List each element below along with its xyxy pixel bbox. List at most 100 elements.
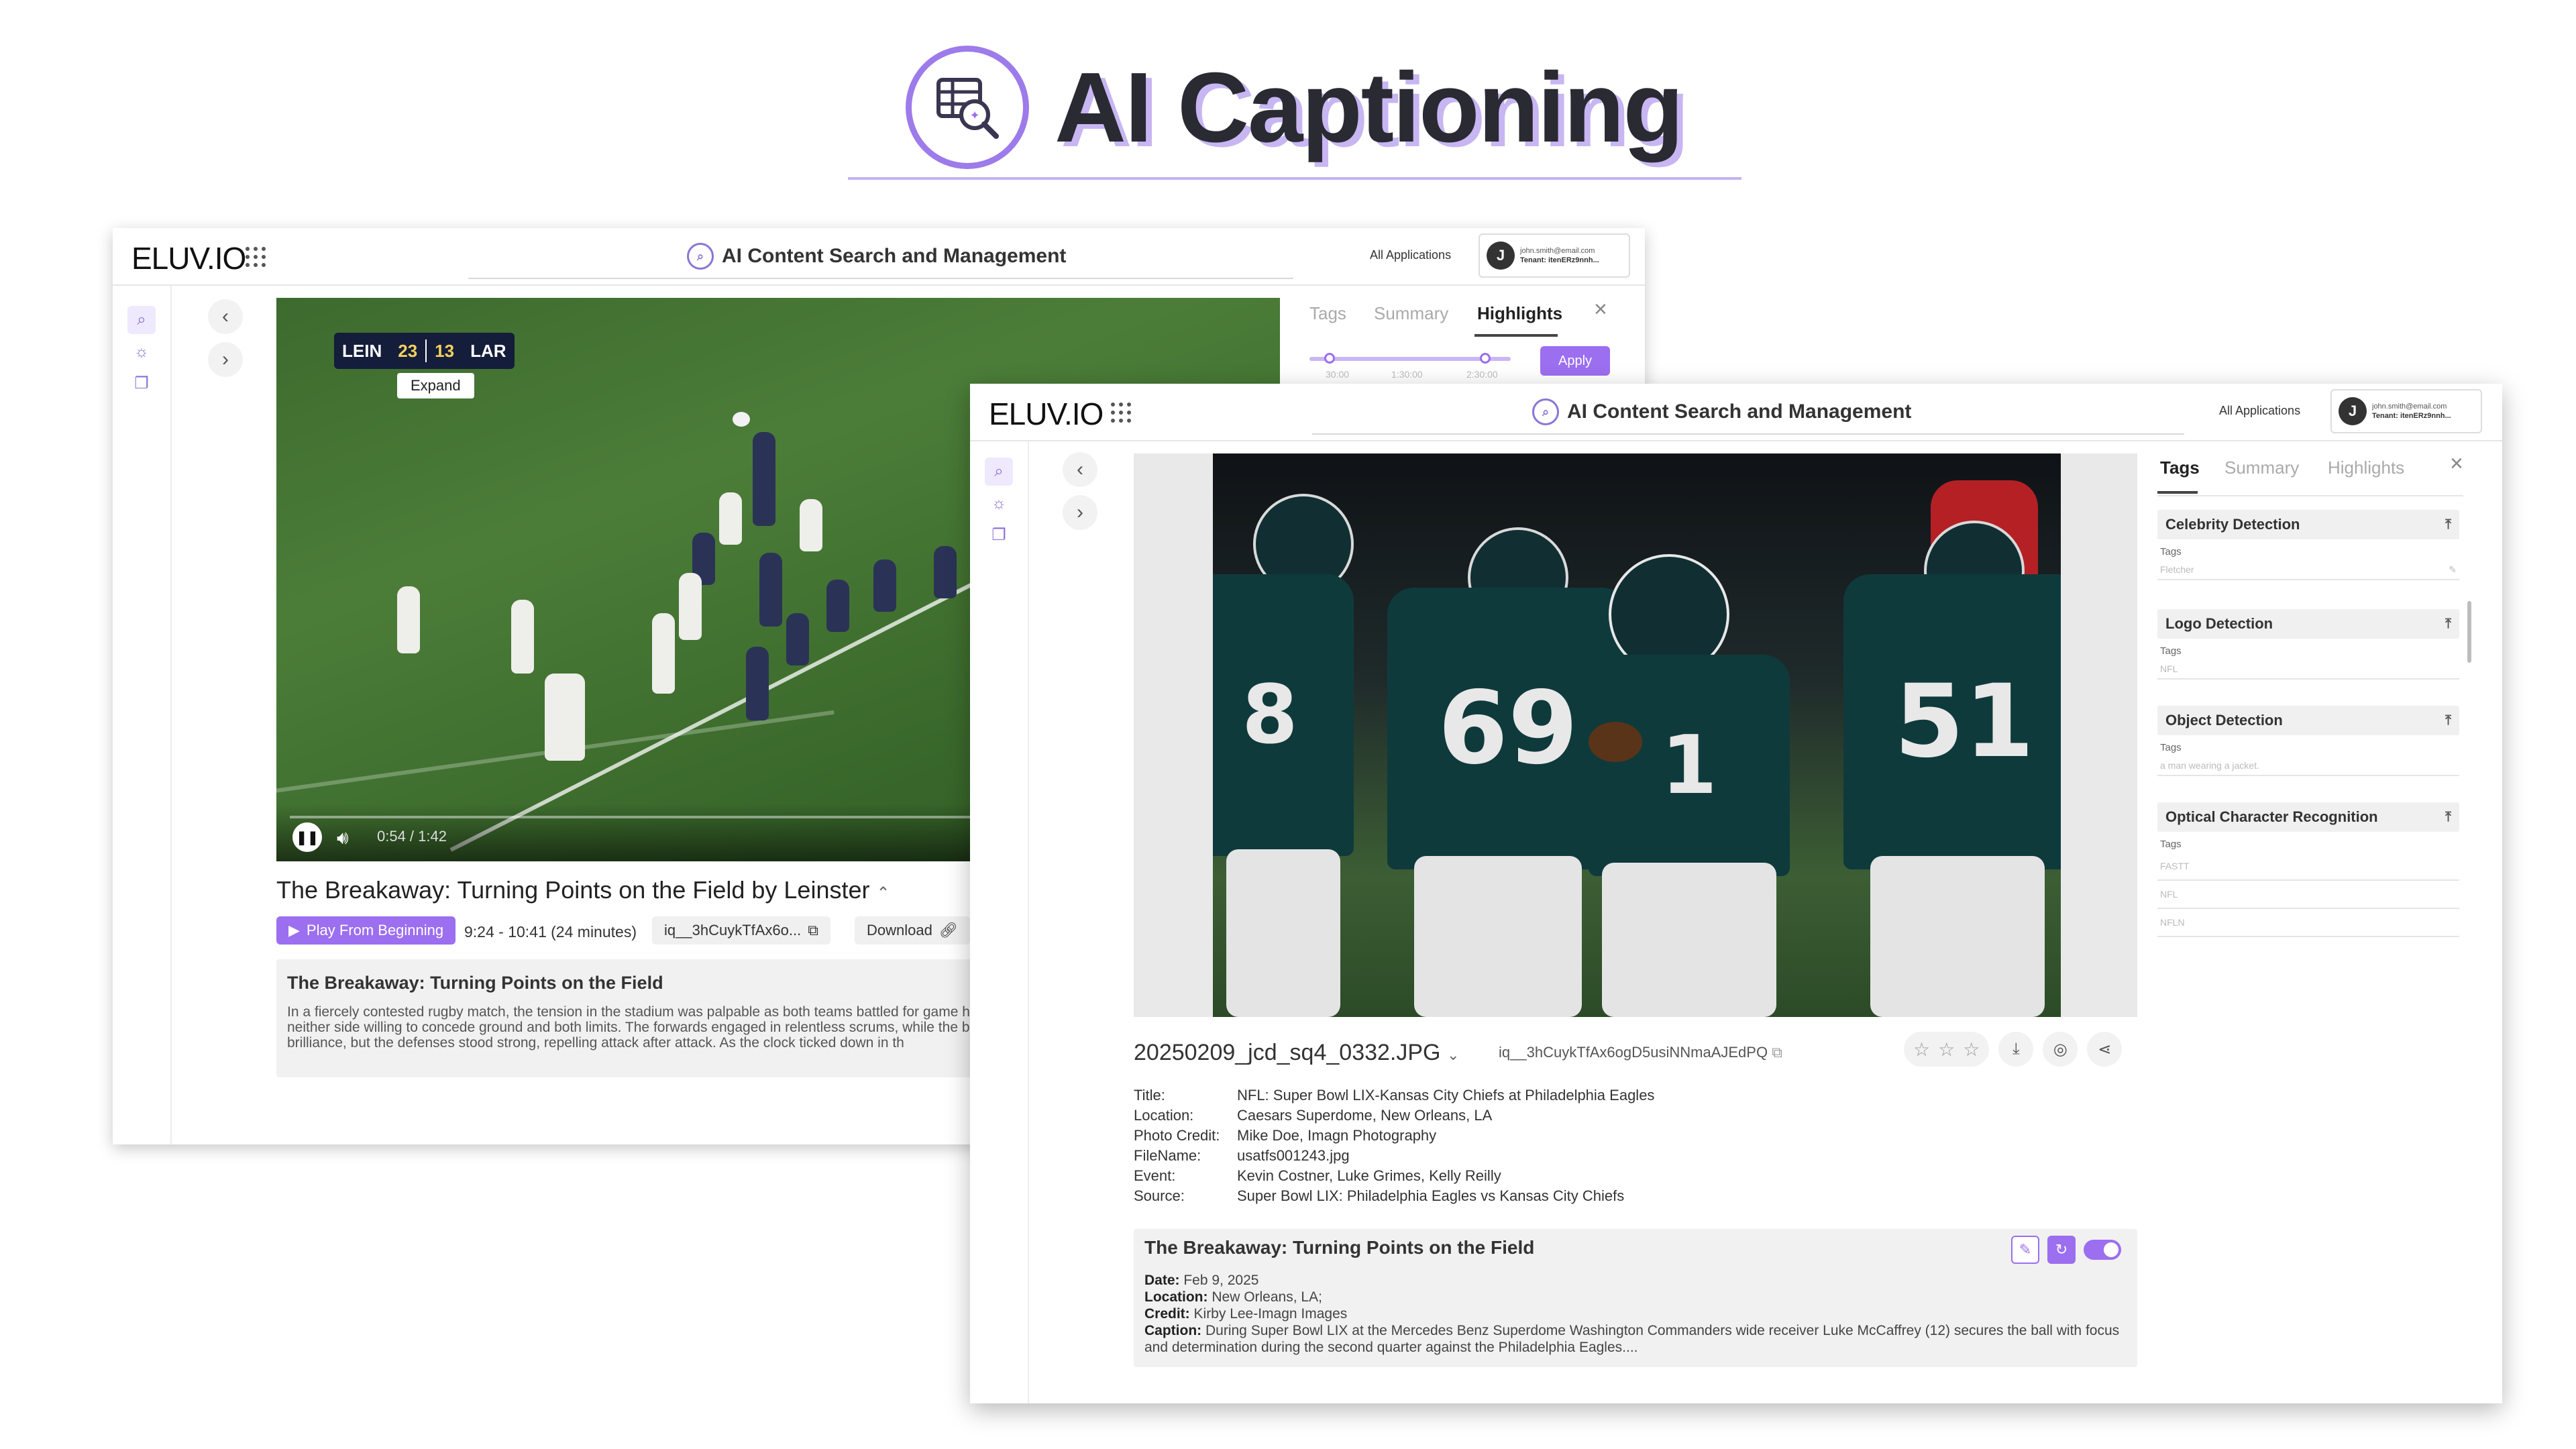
star-icon[interactable]: ☆	[1963, 1038, 1980, 1061]
slider-end-handle[interactable]	[1480, 353, 1491, 364]
lightbulb-icon[interactable]: ☼	[985, 490, 1013, 518]
tab-summary[interactable]: Summary	[1374, 303, 1448, 324]
tag-value[interactable]: NFL	[2157, 659, 2459, 680]
chevron-up-icon[interactable]: ⌃	[877, 884, 890, 902]
section-header[interactable]: Optical Character Recognition ⤒	[2157, 802, 2459, 832]
section-header[interactable]: Object Detection ⤒	[2157, 706, 2459, 735]
lightbulb-icon[interactable]: ☼	[127, 338, 156, 366]
chevron-down-icon[interactable]: ⌄	[1447, 1046, 1459, 1063]
metadata-value: usatfs001243.jpg	[1237, 1147, 1350, 1164]
caption-credit: Credit: Kirby Lee-Imagn Images	[1144, 1305, 2127, 1322]
all-applications-link[interactable]: All Applications	[2219, 404, 2300, 418]
content-id-chip[interactable]: iq__3hCuykTfAx6o... ⧉	[652, 916, 830, 945]
library-icon[interactable]: ❐	[127, 369, 156, 397]
close-icon[interactable]: ×	[2450, 451, 2463, 477]
play-icon: ▶	[288, 922, 300, 938]
brand-logo[interactable]: ELUV.IO	[989, 396, 1104, 432]
tag-value[interactable]: Fletcher ✎	[2157, 560, 2459, 580]
tab-summary[interactable]: Summary	[2224, 458, 2299, 478]
caption-toggle[interactable]	[2084, 1240, 2121, 1260]
ai-search-icon[interactable]: ◎	[2043, 1032, 2078, 1067]
panel-scrollbar[interactable]	[2467, 601, 2471, 663]
caption-date-label: Date:	[1144, 1273, 1180, 1288]
metadata-list: Title: NFL: Super Bowl LIX-Kansas City Ch…	[1134, 1085, 1654, 1206]
object-detection-section: Object Detection ⤒ Tags a man wearing a j…	[2157, 706, 2459, 776]
collapse-icon[interactable]: ⤒	[2445, 616, 2451, 632]
app-logo-icon: ⌕	[1532, 398, 1559, 425]
download-button[interactable]: Download 🔗︎	[855, 916, 970, 945]
top-bar: ELUV.IO ⌕ AI Content Search and Manageme…	[970, 384, 2502, 441]
section-header[interactable]: Logo Detection ⤒	[2157, 609, 2459, 639]
caption-location: Location: New Orleans, LA;	[1144, 1289, 2127, 1305]
tag-text: Fletcher	[2160, 564, 2194, 575]
content-title-text: The Breakaway: Turning Points on the Fie…	[276, 876, 870, 904]
ocr-section: Optical Character Recognition ⤒ Tags FAST…	[2157, 802, 2459, 937]
next-button[interactable]: ›	[208, 342, 243, 377]
caption-text-value: During Super Bowl LIX at the Mercedes Be…	[1144, 1323, 2120, 1355]
collapse-icon[interactable]: ⤒	[2445, 713, 2451, 729]
link-icon: 🔗︎	[938, 922, 958, 938]
tag-text: FASTT	[2160, 861, 2190, 871]
expand-button[interactable]: Expand	[397, 373, 474, 398]
app-grid-icon[interactable]	[1111, 402, 1131, 423]
video-time: 0:54 / 1:42	[377, 828, 447, 845]
volume-icon[interactable]: 🔊︎	[337, 827, 349, 849]
caption-heading: The Breakaway: Turning Points on the Fie…	[1144, 1237, 1535, 1258]
tag-value[interactable]: a man wearing a jacket.	[2157, 756, 2459, 776]
time-range-slider[interactable]	[1309, 353, 1511, 364]
tag-text: NFL	[2160, 889, 2178, 900]
section-header[interactable]: Celebrity Detection ⤒	[2157, 510, 2459, 539]
tag-value[interactable]: NFLN	[2157, 909, 2459, 937]
search-icon[interactable]: ⌕	[985, 458, 1013, 486]
football-photo[interactable]: 8 69 51 1	[1213, 453, 2061, 1017]
close-icon[interactable]: ×	[1594, 297, 1607, 323]
user-menu[interactable]: J john.smith@email.com Tenant: itenERz9n…	[1479, 233, 1630, 278]
active-tab-indicator	[2157, 491, 2198, 494]
apply-button[interactable]: Apply	[1540, 346, 1610, 376]
pencil-icon[interactable]: ✎	[2449, 564, 2457, 576]
copy-icon[interactable]: ⧉	[1772, 1044, 1782, 1061]
caption-box: The Breakaway: Turning Points on the Fie…	[1134, 1229, 2137, 1367]
all-applications-link[interactable]: All Applications	[1370, 248, 1451, 262]
tab-tags[interactable]: Tags	[1309, 303, 1346, 324]
play-from-beginning-button[interactable]: ▶ Play From Beginning	[276, 916, 456, 945]
copy-icon[interactable]: ⧉	[808, 922, 818, 939]
content-id: iq__3hCuykTfAx6ogD5usiNNmaAJEdPQ ⧉	[1499, 1044, 1782, 1061]
rating-stars[interactable]: ☆ ☆ ☆	[1904, 1032, 1990, 1067]
tag-value[interactable]: NFL	[2157, 881, 2459, 909]
tag-text: a man wearing a jacket.	[2160, 760, 2259, 771]
pause-icon[interactable]: ❚❚	[292, 822, 322, 852]
app-grid-icon[interactable]	[246, 247, 266, 267]
next-button[interactable]: ›	[1063, 495, 1097, 530]
title-underline	[468, 278, 1293, 279]
collapse-icon[interactable]: ⤒	[2445, 517, 2451, 533]
regenerate-icon[interactable]: ↻	[2047, 1236, 2076, 1264]
tab-tags[interactable]: Tags	[2160, 458, 2200, 478]
section-label: Tags	[2160, 839, 2182, 850]
app-title: ⌕ AI Content Search and Management	[1532, 398, 1911, 425]
hero-banner: ✦ AI Captioning	[0, 0, 2576, 188]
library-icon[interactable]: ❐	[985, 521, 1013, 549]
away-score: 13	[435, 340, 455, 361]
brand-logo[interactable]: ELUV.IO	[131, 240, 246, 276]
star-icon[interactable]: ☆	[1938, 1038, 1955, 1061]
slider-start-handle[interactable]	[1324, 353, 1335, 364]
prev-button[interactable]: ‹	[1063, 452, 1097, 487]
image-actions: ☆ ☆ ☆ ⤓ ◎ ⋖	[1904, 1032, 2123, 1067]
section-label: Tags	[2160, 742, 2182, 753]
content-title: The Breakaway: Turning Points on the Fie…	[276, 876, 890, 904]
edit-icon[interactable]: ✎	[2011, 1236, 2039, 1264]
user-menu[interactable]: J john.smith@email.com Tenant: itenERz9n…	[2330, 389, 2482, 433]
tab-highlights[interactable]: Highlights	[1477, 303, 1562, 324]
user-email: john.smith@email.com	[1520, 247, 1595, 255]
tab-highlights[interactable]: Highlights	[2328, 458, 2404, 478]
play-label: Play From Beginning	[306, 922, 444, 938]
share-icon[interactable]: ⋖	[2087, 1032, 2123, 1067]
search-icon[interactable]: ⌕	[127, 306, 156, 334]
tag-value[interactable]: FASTT	[2157, 853, 2459, 881]
prev-button[interactable]: ‹	[208, 299, 243, 334]
download-icon[interactable]: ⤓	[1998, 1032, 2034, 1067]
collapse-icon[interactable]: ⤒	[2445, 810, 2451, 825]
scorebug: LEIN 23 13 LAR	[334, 333, 515, 369]
star-icon[interactable]: ☆	[1913, 1038, 1930, 1061]
